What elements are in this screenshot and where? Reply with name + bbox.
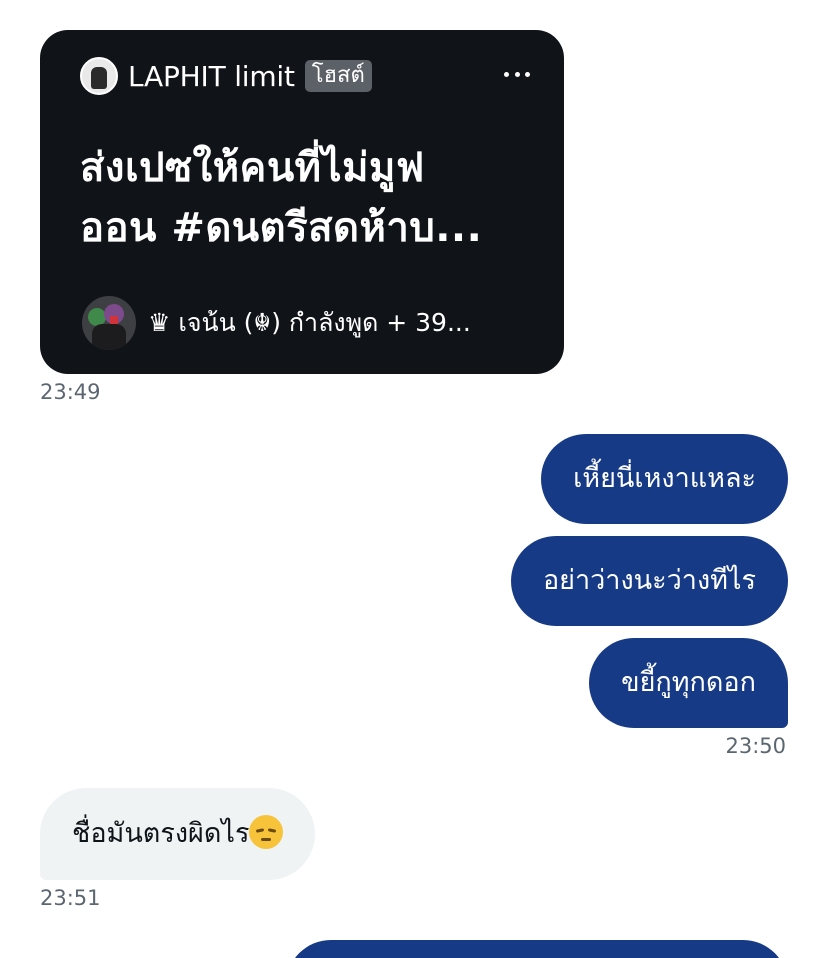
message-timestamp: 23:50 xyxy=(725,734,786,758)
incoming-message-text: ชื่อมันตรงผิดไร xyxy=(72,818,250,849)
host-avatar xyxy=(80,57,118,95)
outgoing-message[interactable]: อย่าว่างนะว่างทีไร xyxy=(510,536,788,626)
pensive-face-icon xyxy=(249,814,284,849)
message-timestamp: 23:49 xyxy=(40,380,101,404)
outgoing-message-partial[interactable] xyxy=(286,940,788,958)
message-timestamp: 23:51 xyxy=(40,886,101,910)
more-horizontal-icon[interactable] xyxy=(504,70,530,78)
incoming-message[interactable]: ชื่อมันตรงผิดไร xyxy=(40,788,316,880)
space-title-line-1: ส่งเปซให้คนที่ไม่มูฟ xyxy=(80,145,425,191)
space-share-card[interactable]: LAPHIT limit โฮสต์ ส่งเปซให้คนที่ไม่มูฟ … xyxy=(40,30,564,374)
space-title: ส่งเปซให้คนที่ไม่มูฟ ออน #ดนตรีสดห้าบ... xyxy=(80,138,530,258)
host-badge: โฮสต์ xyxy=(304,60,372,92)
outgoing-message[interactable]: ขยี้กูทุกดอก xyxy=(589,638,788,728)
host-name: LAPHIT limit xyxy=(128,59,295,93)
speaker-status: ♛ เจน้น (☬) กำลังพูด + 39... xyxy=(148,308,471,337)
speaker-avatar xyxy=(82,296,136,350)
space-host-row: LAPHIT limit โฮสต์ xyxy=(80,57,372,95)
space-title-line-2: ออน #ดนตรีสดห้าบ... xyxy=(80,205,483,251)
outgoing-message[interactable]: เหี้ยนี่เหงาแหละ xyxy=(541,434,788,524)
space-speaker-row: ♛ เจน้น (☬) กำลังพูด + 39... xyxy=(82,296,471,350)
dm-conversation: LAPHIT limit โฮสต์ ส่งเปซให้คนที่ไม่มูฟ … xyxy=(0,0,828,958)
